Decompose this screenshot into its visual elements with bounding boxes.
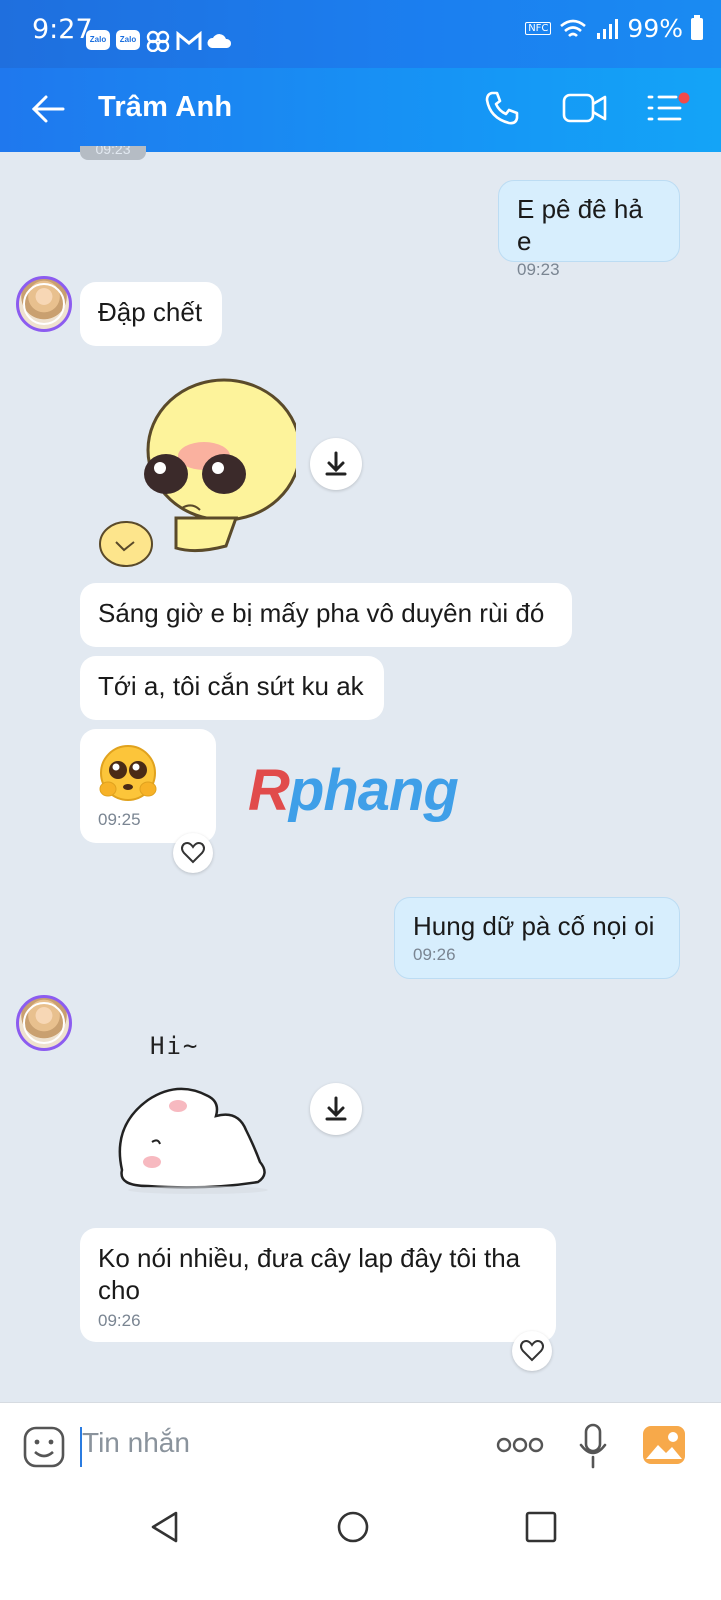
message-input[interactable]: Tin nhắn [82,1427,462,1467]
message-text: Sáng giờ e bị mấy pha vô duyên rùi đó [98,598,545,628]
message-composer: Tin nhắn [0,1402,721,1489]
nav-home-icon[interactable] [336,1510,370,1544]
download-icon [325,1096,347,1121]
battery-percent: 99% [627,14,683,43]
download-icon [325,451,347,476]
status-time: 9:27 [32,14,93,45]
watermark-logo: Rphang [248,757,459,824]
status-right: NFC 99% [525,14,703,43]
video-call-icon[interactable] [562,92,608,124]
download-sticker-button[interactable] [310,1083,362,1135]
heart-icon [520,1340,544,1362]
contact-name[interactable]: Trâm Anh [98,91,232,124]
nav-back-icon[interactable] [148,1510,182,1544]
menu-list-icon[interactable] [646,92,692,126]
download-sticker-button[interactable] [310,438,362,490]
chat-header: Trâm Anh [0,68,721,152]
hi-bunny-sticker[interactable] [108,1066,276,1194]
contact-avatar[interactable] [16,995,72,1051]
message-text: Đập chết [98,297,203,327]
watermark-text: Rphang [248,758,459,823]
peek-timestamp: 09:23 [80,146,146,160]
signal-icon [597,18,619,39]
sticker-emoji-icon[interactable] [22,1425,66,1469]
battery-icon [691,14,703,40]
message-time: 09:25 [98,810,141,829]
message-text: Ko nói nhiều, đưa cây lap đây tôi tha ch… [98,1243,521,1305]
react-heart-button[interactable] [512,1331,552,1371]
zalo-notification-icon: Zalo [86,30,110,50]
message-time: 09:26 [413,945,456,964]
message-bubble-sent[interactable]: Hung dữ pà cố nọi oi 09:26 [394,897,680,979]
sticker-caption: Hi~ [150,1032,200,1060]
message-bubble-received[interactable]: Đập chết [80,282,222,346]
message-bubble-received[interactable]: Tới a, tôi cắn sứt ku ak [80,656,384,720]
microphone-icon[interactable] [578,1423,608,1469]
message-bubble-received[interactable]: 09:25 [80,729,216,843]
message-time: 09:23 [517,260,560,279]
gmail-icon [176,31,202,50]
heart-icon [181,842,205,864]
message-text: Tới a, tôi cắn sứt ku ak [98,671,364,701]
message-text: E pê đê hả e [517,194,643,256]
pleading-face-emoji [99,745,157,801]
pinwheel-icon [146,30,170,52]
nav-recents-icon[interactable] [524,1510,558,1544]
contact-avatar[interactable] [16,276,72,332]
wifi-icon [560,19,587,37]
nfc-icon: NFC [525,22,552,35]
more-options-icon[interactable] [496,1437,544,1453]
back-arrow-icon[interactable] [30,94,66,124]
react-heart-button[interactable] [173,833,213,873]
message-bubble-received[interactable]: Sáng giờ e bị mấy pha vô duyên rùi đó [80,583,572,647]
message-text: Hung dữ pà cố nọi oi [413,911,655,941]
gallery-image-icon[interactable] [642,1425,686,1465]
system-navigation-bar [0,1488,721,1600]
yellow-chick-sticker[interactable] [96,378,296,574]
message-bubble-received[interactable]: Ko nói nhiều, đưa cây lap đây tôi tha ch… [80,1228,556,1342]
status-bar: 9:27 Zalo Zalo NFC 99% [0,0,721,68]
message-time: 09:26 [98,1311,141,1330]
message-bubble-sent[interactable]: E pê đê hả e 09:23 [498,180,680,279]
cloud-icon [207,34,232,48]
phone-call-icon[interactable] [484,90,520,126]
zalo-notification-icon: Zalo [116,30,140,50]
